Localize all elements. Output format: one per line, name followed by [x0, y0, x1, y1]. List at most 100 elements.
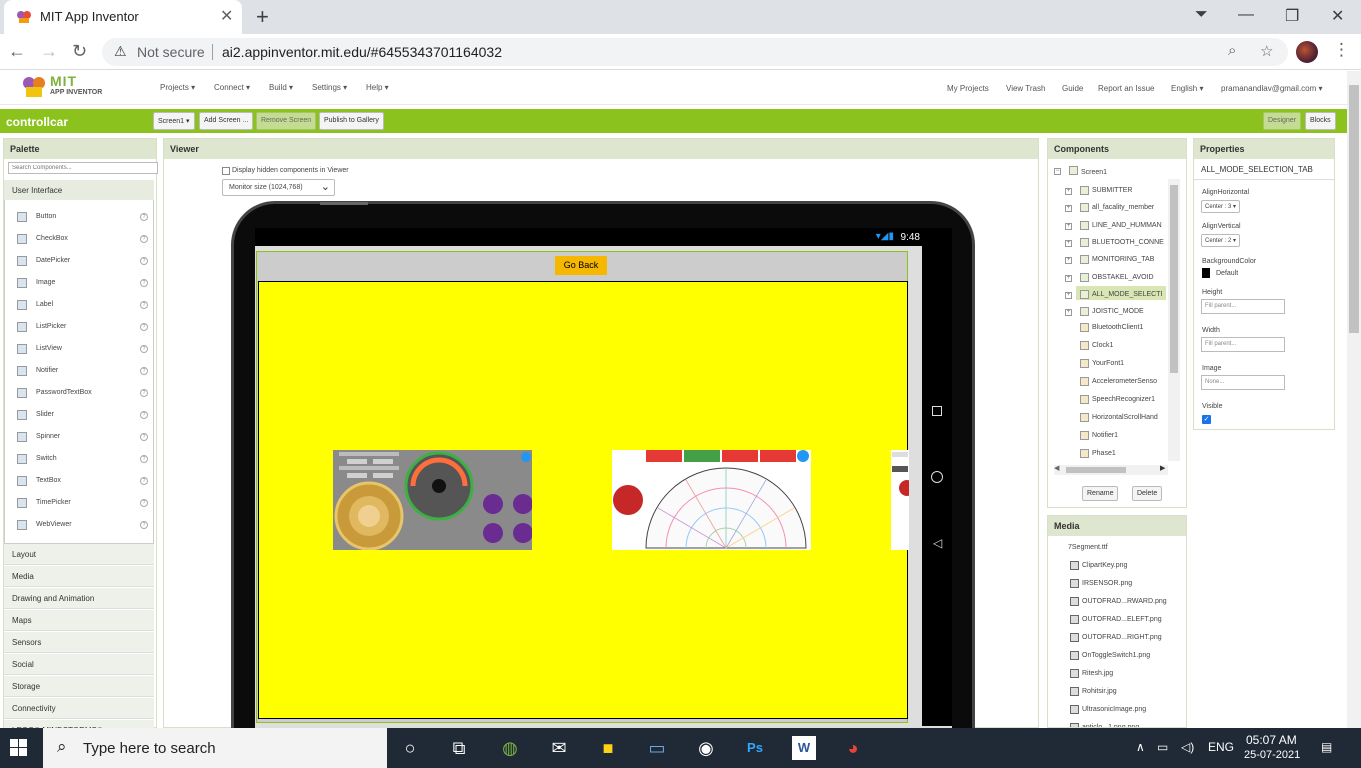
screen-select-button[interactable]: Screen1 ▾	[153, 112, 195, 130]
tree-item-accelerometersenso[interactable]: AccelerometerSenso	[1092, 378, 1157, 385]
expand-icon[interactable]: +	[1065, 222, 1072, 230]
publish-gallery-button[interactable]: Publish to Gallery	[319, 112, 384, 130]
browser-tab[interactable]: MIT App Inventor ✕	[4, 0, 242, 34]
media-file-irsensor-png[interactable]: IRSENSOR.png	[1082, 580, 1132, 587]
monitor-size-select[interactable]: Monitor size (1024,768) ⌄	[222, 179, 335, 196]
tree-item-horizontalscrollhand[interactable]: HorizontalScrollHand	[1092, 414, 1158, 421]
logo-mit-text[interactable]: MIT	[50, 73, 77, 89]
tree-item-monitoring-tab[interactable]: MONITORING_TAB	[1092, 256, 1154, 263]
tree-root-screen1[interactable]: Screen1	[1081, 169, 1107, 176]
monitoring-mode-image[interactable]	[891, 450, 909, 550]
language-menu[interactable]: English ▾	[1171, 84, 1203, 93]
link-report-issue[interactable]: Report an Issue	[1098, 84, 1154, 93]
help-icon[interactable]: ?	[140, 367, 148, 375]
volume-icon[interactable]: ◁)	[1181, 740, 1194, 754]
category-media[interactable]: Media	[4, 566, 154, 587]
scroll-thumb[interactable]	[1170, 185, 1178, 373]
palette-item-notifier[interactable]: Notifier	[36, 367, 58, 374]
help-icon[interactable]: ?	[140, 433, 148, 441]
expand-icon[interactable]: +	[1065, 291, 1072, 299]
menu-help[interactable]: Help ▾	[366, 83, 389, 92]
help-icon[interactable]: ?	[140, 213, 148, 221]
task-view-icon[interactable]: ⧉	[447, 736, 471, 760]
media-file-outofrad-rward-png[interactable]: OUTOFRAD...RWARD.png	[1082, 598, 1167, 605]
profile-avatar[interactable]	[1296, 41, 1318, 63]
scroll-left-icon[interactable]: ◀	[1054, 464, 1059, 472]
tab-close-icon[interactable]: ✕	[220, 6, 233, 26]
cortana-icon[interactable]: ○	[398, 736, 422, 760]
blocks-button[interactable]: Blocks	[1305, 112, 1336, 130]
tree-item-yourfont1[interactable]: YourFont1	[1092, 360, 1124, 367]
forward-icon[interactable]: →	[40, 41, 58, 62]
category-social[interactable]: Social	[4, 654, 154, 675]
taskbar-search-box[interactable]: ⌕ Type here to search	[43, 728, 387, 768]
height-input[interactable]: Fill parent...	[1201, 299, 1285, 314]
restore-icon[interactable]: ❐	[1285, 6, 1299, 26]
palette-item-webviewer[interactable]: WebViewer	[36, 521, 72, 528]
tree-item-all-mode-selecti[interactable]: ALL_MODE_SELECTI	[1092, 291, 1162, 298]
media-file-ontoggleswitch1-png[interactable]: OnToggleSwitch1.png	[1082, 652, 1150, 659]
media-file-outofrad-eleft-png[interactable]: OUTOFRAD...ELEFT.png	[1082, 616, 1162, 623]
media-file-outofrad-right-png[interactable]: OUTOFRAD...RIGHT.png	[1082, 634, 1162, 641]
menu-projects[interactable]: Projects ▾	[160, 83, 195, 92]
image-input[interactable]: None...	[1201, 375, 1285, 390]
category-sensors[interactable]: Sensors	[4, 632, 154, 653]
account-menu[interactable]: pramanandlav@gmail.com ▾	[1221, 84, 1323, 93]
expand-icon[interactable]: +	[1065, 188, 1072, 195]
components-hscrollbar[interactable]: ◀ ▶	[1054, 465, 1168, 475]
tab-search-icon[interactable]: ⏷	[1195, 6, 1208, 24]
help-icon[interactable]: ?	[140, 257, 148, 265]
palette-item-spinner[interactable]: Spinner	[36, 433, 60, 440]
page-scrollbar[interactable]	[1347, 71, 1361, 728]
url-text[interactable]: ai2.appinventor.mit.edu/#645534370116403…	[222, 44, 502, 60]
palette-search-input[interactable]	[8, 162, 158, 174]
collapse-icon[interactable]: −	[1054, 168, 1061, 175]
help-icon[interactable]: ?	[140, 345, 148, 353]
palette-item-timepicker[interactable]: TimePicker	[36, 499, 71, 506]
components-vscrollbar[interactable]	[1168, 179, 1180, 461]
link-my-projects[interactable]: My Projects	[947, 84, 989, 93]
link-view-trash[interactable]: View Trash	[1006, 84, 1045, 93]
palette-item-checkbox[interactable]: CheckBox	[36, 235, 68, 242]
designer-button[interactable]: Designer	[1263, 112, 1302, 130]
help-icon[interactable]: ?	[140, 301, 148, 309]
help-icon[interactable]: ?	[140, 323, 148, 331]
expand-icon[interactable]: +	[1065, 205, 1072, 213]
tree-item-phase1[interactable]: Phase1	[1092, 450, 1116, 457]
palette-item-button[interactable]: Button	[36, 213, 56, 220]
chrome-icon[interactable]: ◕	[841, 736, 865, 760]
media-file-rohitsir-jpg[interactable]: Rohitsir.jpg	[1082, 688, 1117, 695]
help-icon[interactable]: ?	[140, 389, 148, 397]
radar-mode-image[interactable]	[612, 450, 811, 550]
background-color-swatch[interactable]	[1202, 268, 1210, 278]
media-file-ultrasonicimage-png[interactable]: UltrasonicImage.png	[1082, 706, 1146, 713]
category-connectivity[interactable]: Connectivity	[4, 698, 154, 719]
screen1-canvas[interactable]: Go Back	[256, 251, 909, 723]
bookmark-star-icon[interactable]: ☆	[1260, 42, 1273, 60]
new-tab-button[interactable]: +	[256, 4, 269, 30]
not-secure-label[interactable]: Not secure	[137, 44, 205, 60]
scroll-right-icon[interactable]: ▶	[1160, 464, 1165, 472]
help-icon[interactable]: ?	[140, 411, 148, 419]
display-settings-icon[interactable]: ▭	[645, 736, 669, 760]
category-maps[interactable]: Maps	[4, 610, 154, 631]
visible-checkbox[interactable]: ✓	[1202, 415, 1211, 424]
help-icon[interactable]: ?	[140, 499, 148, 507]
sticky-notes-icon[interactable]: ■	[596, 736, 620, 760]
align-horizontal-dropdown[interactable]: Center : 3 ▾	[1201, 200, 1241, 213]
scroll-thumb[interactable]	[1066, 467, 1126, 473]
width-input[interactable]: Fill parent...	[1201, 337, 1285, 352]
category-drawing-and-animation[interactable]: Drawing and Animation	[4, 588, 154, 609]
taskbar-date[interactable]: 25-07-2021	[1244, 749, 1300, 761]
tree-item-joistic-mode[interactable]: JOISTIC_MODE	[1092, 308, 1144, 315]
help-icon[interactable]: ?	[140, 521, 148, 529]
media-file-clipartkey-png[interactable]: ClipartKey.png	[1082, 562, 1127, 569]
display-hidden-label[interactable]: Display hidden components in Viewer	[232, 167, 349, 174]
palette-item-datepicker[interactable]: DatePicker	[36, 257, 70, 264]
tree-item-bluetoothclient1[interactable]: BluetoothClient1	[1092, 324, 1143, 331]
palette-item-listpicker[interactable]: ListPicker	[36, 323, 66, 330]
logo-subtitle[interactable]: APP INVENTOR	[50, 89, 102, 96]
expand-icon[interactable]: +	[1065, 274, 1072, 282]
tree-item-all-facality-member[interactable]: all_facality_member	[1092, 204, 1154, 211]
category-storage[interactable]: Storage	[4, 676, 154, 697]
